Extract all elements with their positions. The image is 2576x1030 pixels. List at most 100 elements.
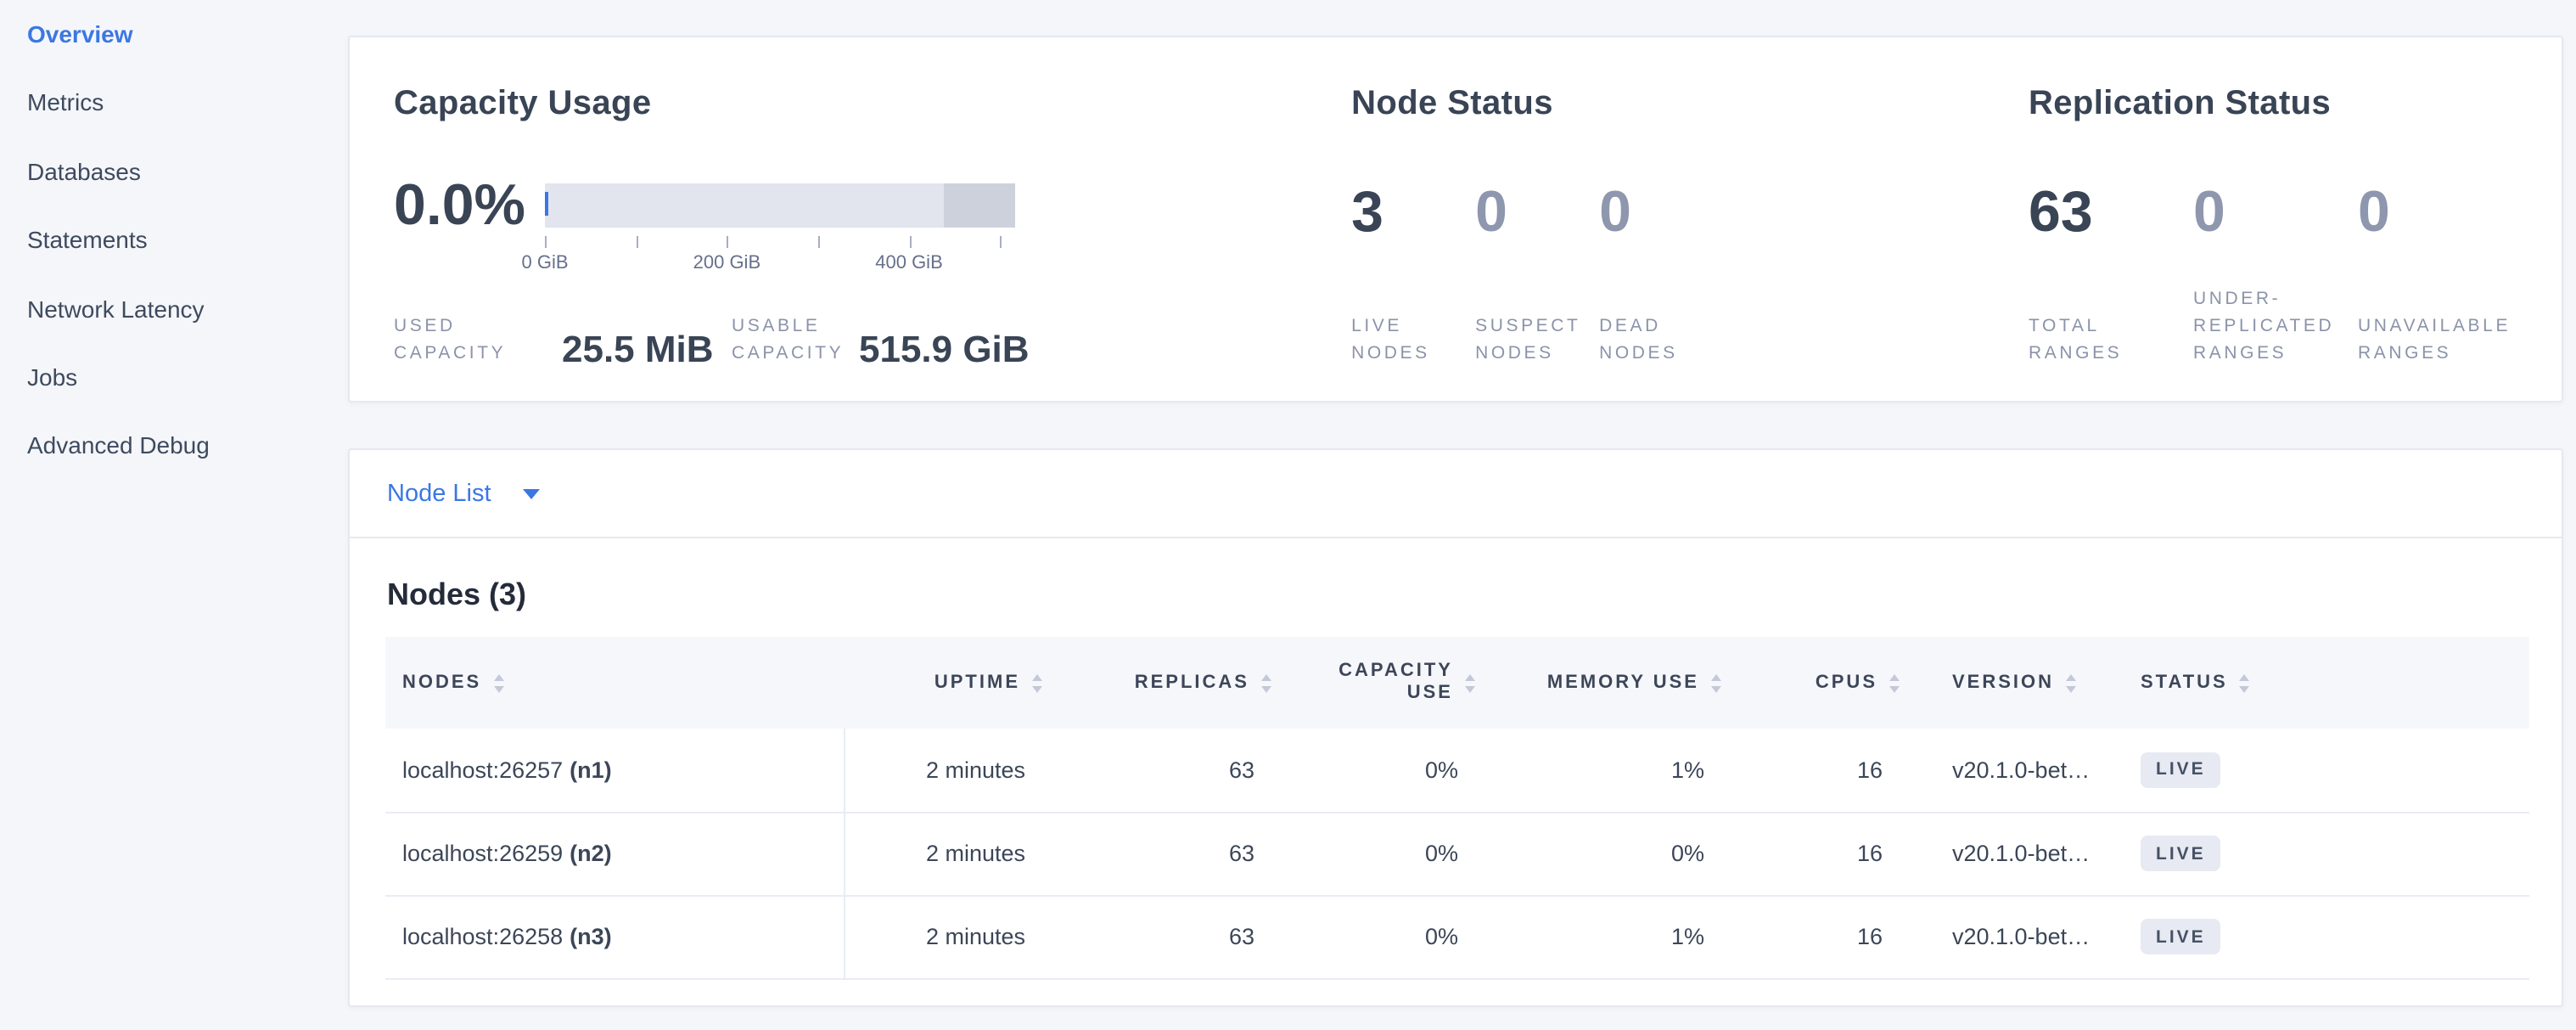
node-address-cell: localhost:26257(n1): [385, 729, 844, 812]
column-header-status[interactable]: STATUS: [2134, 637, 2529, 729]
sort-icon: [2240, 673, 2250, 692]
sidebar-nav: Overview Metrics Databases Statements Ne…: [0, 0, 348, 480]
memory-use-cell: 0%: [1489, 812, 1735, 895]
live-status-badge: LIVE: [2141, 919, 2221, 954]
column-header-memory-use[interactable]: MEMORY USE: [1489, 637, 1735, 729]
capacity-axis-labels: 0 GiB 200 GiB 400 GiB: [545, 253, 1015, 277]
axis-label-400gib: 400 GiB: [875, 253, 943, 273]
column-header-uptime[interactable]: UPTIME: [844, 637, 1056, 729]
node-address-cell: localhost:26258(n3): [385, 895, 844, 978]
under-replicated-ranges-stat: 0 UNDER- REPLICATED RANGES: [2193, 180, 2358, 367]
unavailable-ranges-count: 0: [2358, 180, 2562, 245]
unavailable-ranges-label: UNAVAILABLE RANGES: [2358, 312, 2562, 367]
sort-icon: [1465, 673, 1475, 692]
node-address-cell: localhost:26259(n2): [385, 812, 844, 895]
column-header-replicas[interactable]: REPLICAS: [1056, 637, 1285, 729]
live-nodes-count: 3: [1351, 180, 1475, 245]
capacity-use-cell: 0%: [1285, 895, 1489, 978]
axis-label-200gib: 200 GiB: [693, 253, 761, 273]
dead-nodes-stat: 0 DEAD NODES: [1599, 180, 1769, 367]
used-capacity-label: USED CAPACITY: [394, 312, 562, 367]
caret-down-icon: [524, 488, 541, 498]
total-ranges-stat: 63 TOTAL RANGES: [2029, 180, 2193, 367]
capacity-bar-used-marker: [545, 192, 548, 216]
version-cell: v20.1.0-bet…: [1913, 729, 2134, 812]
capacity-bar-dark-segment: [944, 183, 1015, 228]
node-status-section: Node Status 3 LIVE NODES 0 SUSPECT NODES: [1307, 37, 1984, 401]
capacity-bar-chart: 0 GiB 200 GiB 400 GiB: [545, 183, 1015, 277]
node-row[interactable]: localhost:26258(n3) 2 minutes 63 0% 1% 1…: [385, 895, 2529, 978]
suspect-nodes-label: SUSPECT NODES: [1475, 312, 1599, 367]
capacity-usage-title: Capacity Usage: [394, 83, 1307, 124]
sort-icon: [1711, 673, 1721, 692]
replicas-cell: 63: [1056, 729, 1285, 812]
axis-label-0gib: 0 GiB: [521, 253, 568, 273]
uptime-cell: 2 minutes: [844, 895, 1056, 978]
capacity-used-percent: 0.0%: [394, 183, 545, 228]
column-header-capacity-use[interactable]: CAPACITY USE: [1285, 637, 1489, 729]
replication-status-title: Replication Status: [2029, 83, 2562, 124]
node-status-title: Node Status: [1351, 83, 1984, 124]
memory-use-cell: 1%: [1489, 895, 1735, 978]
replication-status-section: Replication Status 63 TOTAL RANGES 0 UND…: [1984, 37, 2562, 401]
nodes-table-title: Nodes (3): [387, 576, 2562, 613]
sidebar-item-jobs[interactable]: Jobs: [0, 343, 348, 412]
node-list-card: Node List Nodes (3) NODES: [348, 448, 2563, 1007]
sidebar-item-statements[interactable]: Statements: [0, 205, 348, 274]
cluster-overview-page: Overview Metrics Databases Statements Ne…: [0, 0, 2576, 1030]
replicas-cell: 63: [1056, 812, 1285, 895]
live-nodes-label: LIVE NODES: [1351, 312, 1475, 367]
cpus-cell: 16: [1735, 895, 1913, 978]
column-header-nodes[interactable]: NODES: [385, 637, 844, 729]
sort-icon: [2066, 673, 2076, 692]
sort-icon: [1889, 673, 1900, 692]
status-cell: LIVE: [2134, 812, 2529, 895]
live-status-badge: LIVE: [2141, 836, 2221, 871]
capacity-use-cell: 0%: [1285, 812, 1489, 895]
suspect-nodes-stat: 0 SUSPECT NODES: [1475, 180, 1599, 367]
dead-nodes-count: 0: [1599, 180, 1769, 245]
usable-capacity-label: USABLE CAPACITY: [732, 312, 859, 367]
cpus-cell: 16: [1735, 812, 1913, 895]
sidebar-item-databases[interactable]: Databases: [0, 138, 348, 206]
view-selector-label: Node List: [387, 480, 491, 507]
status-cell: LIVE: [2134, 895, 2529, 978]
capacity-usage-section: Capacity Usage 0.0% 0 GiB 200 GiB: [350, 37, 1307, 401]
sort-icon: [1032, 673, 1042, 692]
sidebar-item-advanced-debug[interactable]: Advanced Debug: [0, 412, 348, 481]
uptime-cell: 2 minutes: [844, 812, 1056, 895]
suspect-nodes-count: 0: [1475, 180, 1599, 245]
total-ranges-label: TOTAL RANGES: [2029, 312, 2193, 367]
sidebar-item-overview[interactable]: Overview: [0, 0, 348, 69]
node-row[interactable]: localhost:26259(n2) 2 minutes 63 0% 0% 1…: [385, 812, 2529, 895]
capacity-use-cell: 0%: [1285, 729, 1489, 812]
cluster-summary-card: Capacity Usage 0.0% 0 GiB 200 GiB: [348, 36, 2563, 402]
nodes-table: NODES UPTIME REPLICAS: [385, 637, 2529, 979]
sort-icon: [1261, 673, 1271, 692]
column-header-cpus[interactable]: CPUS: [1735, 637, 1913, 729]
sidebar-item-metrics[interactable]: Metrics: [0, 69, 348, 138]
total-ranges-count: 63: [2029, 180, 2193, 245]
memory-use-cell: 1%: [1489, 729, 1735, 812]
version-cell: v20.1.0-bet…: [1913, 895, 2134, 978]
sidebar-item-network-latency[interactable]: Network Latency: [0, 274, 348, 343]
live-nodes-stat: 3 LIVE NODES: [1351, 180, 1475, 367]
node-row[interactable]: localhost:26257(n1) 2 minutes 63 0% 1% 1…: [385, 729, 2529, 812]
uptime-cell: 2 minutes: [844, 729, 1056, 812]
version-cell: v20.1.0-bet…: [1913, 812, 2134, 895]
cpus-cell: 16: [1735, 729, 1913, 812]
dead-nodes-label: DEAD NODES: [1599, 312, 1769, 367]
under-replicated-ranges-label: UNDER- REPLICATED RANGES: [2193, 285, 2358, 367]
replicas-cell: 63: [1056, 895, 1285, 978]
view-selector-dropdown[interactable]: Node List: [350, 450, 2562, 538]
capacity-axis-ticks: [545, 236, 1015, 248]
live-status-badge: LIVE: [2141, 752, 2221, 788]
app-viewport: Overview Metrics Databases Statements Ne…: [0, 0, 2576, 1030]
column-header-version[interactable]: VERSION: [1913, 637, 2134, 729]
usable-capacity-value: 515.9 GiB: [859, 333, 1030, 367]
status-cell: LIVE: [2134, 729, 2529, 812]
nodes-table-header-row: NODES UPTIME REPLICAS: [385, 637, 2529, 729]
used-capacity-value: 25.5 MiB: [562, 333, 732, 367]
unavailable-ranges-stat: 0 UNAVAILABLE RANGES: [2358, 180, 2562, 367]
under-replicated-ranges-count: 0: [2193, 180, 2358, 245]
